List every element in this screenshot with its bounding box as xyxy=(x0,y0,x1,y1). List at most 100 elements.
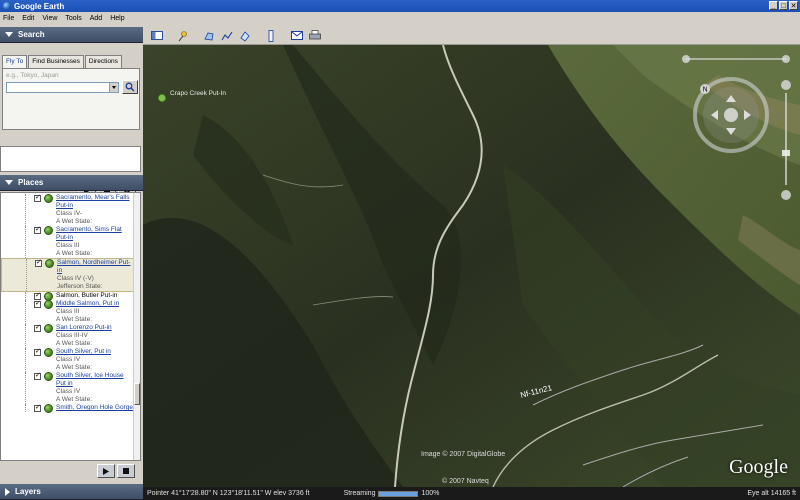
place-region: A Wet State: xyxy=(56,340,93,347)
print-button[interactable] xyxy=(307,29,323,43)
add-polygon-button[interactable] xyxy=(201,29,217,43)
menu-help[interactable]: Help xyxy=(110,15,124,22)
placemark-icon xyxy=(157,93,167,103)
place-title[interactable]: South Silver, Ice House Put in xyxy=(56,372,134,388)
menu-add[interactable]: Add xyxy=(90,15,102,22)
placemark-label[interactable]: Crapo Creek Put-In xyxy=(170,90,226,97)
pointer-coordinates: Pointer 41°17'28.80" N 123°18'11.51" W e… xyxy=(147,490,310,497)
maximize-button[interactable]: □ xyxy=(779,1,788,10)
streaming-percent: 100% xyxy=(421,490,440,497)
email-icon xyxy=(291,31,303,40)
eye-altitude: Eye alt 14165 ft xyxy=(747,490,796,497)
streaming-progress xyxy=(378,490,419,497)
minimize-button[interactable]: _ xyxy=(769,1,778,10)
visibility-checkbox[interactable] xyxy=(34,323,41,332)
streaming-label: Streaming xyxy=(343,490,376,497)
places-tree: Sacramento, Mear's Falls Put-in Class IV… xyxy=(0,192,141,461)
search-button[interactable] xyxy=(122,80,138,94)
collapse-triangle-icon xyxy=(5,32,13,37)
add-path-button[interactable] xyxy=(219,29,235,43)
printer-icon xyxy=(309,30,321,40)
list-item[interactable]: Sacramento, Sims Flat Put-in Class III A… xyxy=(1,225,134,258)
place-title[interactable]: Salmon, Nordheimer Put-in xyxy=(57,259,133,275)
visibility-checkbox[interactable] xyxy=(34,299,41,308)
pushpin-icon xyxy=(178,30,187,41)
tree-line xyxy=(25,292,26,300)
stop-tour-button[interactable] xyxy=(117,464,135,478)
list-item[interactable]: South Silver, Put in Class IV A Wet Stat… xyxy=(1,347,134,372)
tab-find-businesses[interactable]: Find Businesses xyxy=(28,55,84,68)
menu-edit[interactable]: Edit xyxy=(22,15,34,22)
place-title[interactable]: Sacramento, Sims Flat Put-in xyxy=(56,226,134,242)
tab-directions[interactable]: Directions xyxy=(84,55,122,68)
place-class: Class III xyxy=(56,308,80,315)
search-results[interactable] xyxy=(0,146,141,172)
scrollbar-thumb[interactable] xyxy=(134,383,140,405)
place-title[interactable]: South Silver, Put in xyxy=(56,348,134,356)
ruler-button[interactable] xyxy=(263,29,279,43)
window-controls: _ □ ✕ xyxy=(769,1,798,10)
place-title[interactable]: Salmon, Butler Put-in xyxy=(56,292,134,300)
placemark-icon xyxy=(44,300,53,309)
collapse-triangle-icon xyxy=(5,180,13,185)
google-earth-window: Google Earth _ □ ✕ File Edit View Tools … xyxy=(0,0,800,500)
email-button[interactable] xyxy=(289,29,305,43)
list-item[interactable]: Salmon, Butler Put-in xyxy=(1,291,134,301)
placemark-icon xyxy=(44,324,53,333)
list-item[interactable]: San Lorenzo Put-in Class III-IV A Wet St… xyxy=(1,323,134,348)
layers-panel-header[interactable]: Layers xyxy=(0,484,143,500)
search-panel: Fly To Find Businesses Directions e.g., … xyxy=(0,43,143,172)
dropdown-arrow-icon[interactable] xyxy=(109,83,118,92)
tree-line xyxy=(25,372,26,404)
google-logo: Google xyxy=(729,456,788,478)
list-item-selected[interactable]: Salmon, Nordheimer Put-in Class IV (-V) … xyxy=(1,258,134,292)
search-icon xyxy=(125,82,135,92)
visibility-checkbox[interactable] xyxy=(34,347,41,356)
place-class: Class IV xyxy=(56,388,81,395)
placemark-icon xyxy=(45,259,54,268)
places-scrollbar[interactable] xyxy=(133,193,140,460)
tab-fly-to[interactable]: Fly To xyxy=(2,55,28,68)
list-item[interactable]: Smith, Oregon Hole Gorge xyxy=(1,403,134,413)
list-item[interactable]: South Silver, Ice House Put in Class IV … xyxy=(1,371,134,404)
streaming-progress-fill xyxy=(379,491,418,496)
ruler-icon xyxy=(268,29,274,42)
status-bar: Pointer 41°17'28.80" N 123°18'11.51" W e… xyxy=(143,487,800,500)
place-title[interactable]: San Lorenzo Put-in xyxy=(56,324,134,332)
layers-header-label: Layers xyxy=(15,487,41,496)
fly-to-pane: e.g., Tokyo, Japan xyxy=(2,68,140,130)
menu-view[interactable]: View xyxy=(42,15,57,22)
search-input[interactable] xyxy=(6,82,119,93)
place-region: A Wet State: xyxy=(56,364,93,371)
list-item[interactable]: Sacramento, Mear's Falls Put-in Class IV… xyxy=(1,193,134,226)
placemark-icon xyxy=(44,194,53,203)
visibility-checkbox[interactable] xyxy=(34,225,41,234)
place-class: Class IV- xyxy=(56,210,83,217)
visibility-checkbox[interactable] xyxy=(34,193,41,202)
list-item[interactable]: Middle Salmon, Put in Class III A Wet St… xyxy=(1,299,134,324)
add-image-overlay-button[interactable] xyxy=(237,29,253,43)
search-tabs: Fly To Find Businesses Directions xyxy=(2,55,123,68)
places-panel-header[interactable]: Places xyxy=(0,175,143,191)
place-title[interactable]: Sacramento, Mear's Falls Put-in xyxy=(56,194,134,210)
tree-line xyxy=(25,226,26,258)
sidebar: Search Fly To Find Businesses Directions… xyxy=(0,27,143,500)
places-header-label: Places xyxy=(18,178,44,187)
places-controls xyxy=(97,464,135,478)
visibility-checkbox[interactable] xyxy=(34,403,41,412)
sidebar-toggle-button[interactable] xyxy=(149,29,165,43)
add-placemark-button[interactable] xyxy=(175,29,191,43)
menu-file[interactable]: File xyxy=(3,15,14,22)
place-title[interactable]: Smith, Oregon Hole Gorge xyxy=(56,404,134,412)
place-title[interactable]: Middle Salmon, Put in xyxy=(56,300,134,308)
visibility-checkbox[interactable] xyxy=(35,258,42,267)
play-tour-button[interactable] xyxy=(97,464,115,478)
visibility-checkbox[interactable] xyxy=(34,371,41,380)
tree-line xyxy=(25,324,26,348)
search-panel-header[interactable]: Search xyxy=(0,27,143,43)
map-3d-view[interactable]: N Crapo Creek Put-In Nf-11n21 Image © 20… xyxy=(143,45,800,487)
place-region: A Wet State: xyxy=(56,218,93,225)
menu-tools[interactable]: Tools xyxy=(65,15,81,22)
close-button[interactable]: ✕ xyxy=(789,1,798,10)
map-credit: © 2007 Navteq xyxy=(442,478,489,485)
